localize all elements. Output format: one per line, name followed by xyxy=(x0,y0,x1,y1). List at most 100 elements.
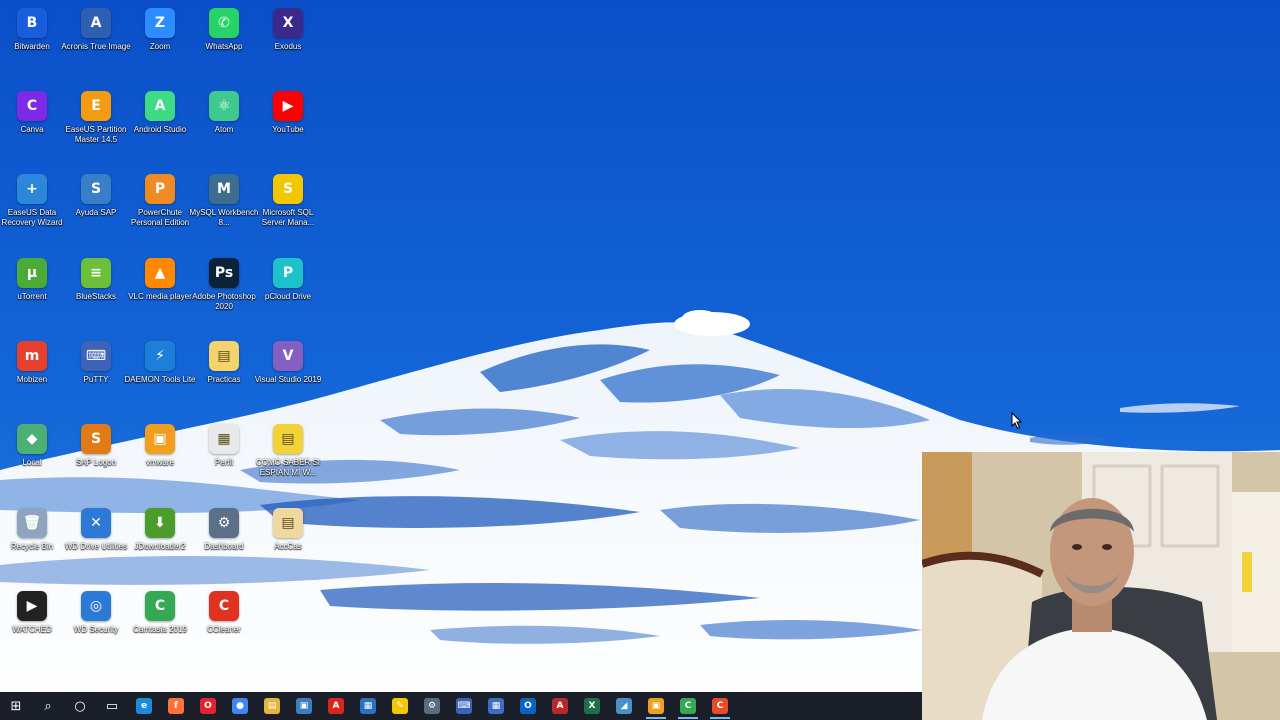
desktop-shortcut[interactable]: µ uTorrent xyxy=(0,252,64,330)
taskbar-button[interactable]: A xyxy=(544,692,576,720)
taskbar-button[interactable]: ▣ xyxy=(288,692,320,720)
desktop-shortcut[interactable]: Z Zoom xyxy=(128,2,192,80)
document-icon: ▦ xyxy=(209,424,239,454)
webcam-overlay xyxy=(922,452,1280,720)
desktop-shortcut-label: uTorrent xyxy=(17,292,47,301)
tools-icon: ⚙ xyxy=(424,698,440,714)
taskbar-button[interactable]: f xyxy=(160,692,192,720)
vmware-icon: ▣ xyxy=(648,698,664,714)
desktop-shortcut[interactable]: + EaseUS Data Recovery Wizard xyxy=(0,168,64,246)
jdownloader-icon: ⬇ xyxy=(145,508,175,538)
desktop-shortcut[interactable]: X Exodus xyxy=(256,2,320,80)
desktop-shortcut-label: Bitwarden xyxy=(14,42,50,51)
outlook-icon: O xyxy=(520,698,536,714)
whatsapp-icon: ✆ xyxy=(209,8,239,38)
taskbar-button[interactable]: ▣ xyxy=(640,692,672,720)
folder-icon: ▤ xyxy=(273,508,303,538)
taskbar-button[interactable]: ○ xyxy=(64,692,96,720)
desktop-shortcut[interactable]: ▶ WATCHED xyxy=(0,585,64,663)
desktop-shortcut[interactable]: ◆ Local xyxy=(0,418,64,496)
taskbar-button[interactable]: ▭ xyxy=(96,692,128,720)
desktop-shortcut-label: Visual Studio 2019 xyxy=(254,375,322,384)
desktop-shortcut[interactable]: ≡ BlueStacks xyxy=(64,252,128,330)
desktop-shortcut[interactable]: S Ayuda SAP xyxy=(64,168,128,246)
desktop-shortcut[interactable]: E EaseUS Partition Master 14.5 xyxy=(64,85,128,163)
desktop-shortcut[interactable]: ⚙ Dashboard xyxy=(192,502,256,580)
desktop-shortcut[interactable]: ▣ vmware xyxy=(128,418,192,496)
taskbar-button[interactable]: O xyxy=(512,692,544,720)
chrome-icon: ● xyxy=(232,698,248,714)
file-explorer-icon: ▤ xyxy=(264,698,280,714)
desktop-shortcut-label: vmware xyxy=(145,458,174,467)
desktop-shortcut[interactable]: Ps Adobe Photoshop 2020 xyxy=(192,252,256,330)
desktop-shortcut[interactable]: m Mobizen xyxy=(0,335,64,413)
desktop-shortcut[interactable]: ⬇ JDownloader2 xyxy=(128,502,192,580)
desktop-shortcut[interactable]: ◎ WD Security xyxy=(64,585,128,663)
desktop-shortcut[interactable]: 🗑 Recycle Bin xyxy=(0,502,64,580)
desktop-shortcut-label: WATCHED xyxy=(12,625,52,634)
desktop-shortcut[interactable]: PpCloud Drive xyxy=(256,252,320,330)
desktop-shortcut[interactable]: ✕ WD Drive Utilities xyxy=(64,502,128,580)
taskbar: ⊞ ⌕ ○ ▭ e f O ● ▤ ▣ A ▦ ✎ ⚙ ⌨ ▦ O A X ◢ ▣ C C xyxy=(0,692,922,720)
taskbar-button[interactable]: ✎ xyxy=(384,692,416,720)
desktop-shortcut[interactable]: C CCleaner xyxy=(192,585,256,663)
wd-security-icon: ◎ xyxy=(81,591,111,621)
taskbar-button[interactable]: ▦ xyxy=(352,692,384,720)
bitwarden-icon: B xyxy=(17,8,47,38)
acrobat-icon: A xyxy=(328,698,344,714)
sticky-notes-icon: ✎ xyxy=(392,698,408,714)
desktop-shortcut[interactable]: V Visual Studio 2019 xyxy=(255,335,321,413)
desktop-shortcut[interactable]: ▲ VLC media player xyxy=(128,252,192,330)
desktop-shortcut-label: PuTTY xyxy=(83,375,109,384)
desktop-shortcut-label: DAEMON Tools Lite xyxy=(124,375,196,384)
taskbar-button[interactable]: ⊞ xyxy=(0,692,32,720)
taskbar-button[interactable]: ▦ xyxy=(480,692,512,720)
desktop-shortcut[interactable]: B Bitwarden xyxy=(0,2,64,80)
desktop-shortcut[interactable]: C Camtasia 2019 xyxy=(128,585,192,663)
desktop-shortcut[interactable]: C Canva xyxy=(0,85,64,163)
taskbar-button[interactable]: ▤ xyxy=(256,692,288,720)
desktop-shortcut-label: Practicas xyxy=(207,375,241,384)
putty-icon: ⌨ xyxy=(456,698,472,714)
taskbar-button[interactable]: X xyxy=(576,692,608,720)
taskbar-button[interactable]: C xyxy=(704,692,736,720)
desktop-shortcut-label: Exodus xyxy=(274,42,302,51)
desktop-shortcut[interactable]: ⚛ Atom xyxy=(192,85,256,163)
desktop-shortcut[interactable]: A Acronis True Image xyxy=(61,2,131,80)
desktop-shortcut[interactable]: ▤ COMO SABER SI ESPIAN MI W... xyxy=(256,418,320,496)
desktop-shortcut[interactable]: ⚡ DAEMON Tools Lite xyxy=(125,335,196,413)
desktop-shortcut[interactable]: ▤ AccCas xyxy=(256,502,320,580)
desktop-shortcut[interactable]: ✆ WhatsApp xyxy=(192,2,256,80)
desktop-shortcut-label: EaseUS Partition Master 14.5 xyxy=(65,125,127,144)
taskbar-button[interactable]: O xyxy=(192,692,224,720)
remote-desktop-icon: ▦ xyxy=(360,698,376,714)
desktop-shortcut[interactable]: A Android Studio xyxy=(128,85,192,163)
ccleaner-icon: C xyxy=(209,591,239,621)
mouse-cursor-icon xyxy=(1011,412,1023,430)
sql-server-icon: S xyxy=(273,174,303,204)
taskbar-button[interactable]: ⌨ xyxy=(448,692,480,720)
desktop-shortcut[interactable]: M MySQL Workbench 8... xyxy=(190,168,258,246)
desktop-shortcut-label: VLC media player xyxy=(128,292,192,301)
taskbar-button[interactable]: ⌕ xyxy=(32,692,64,720)
taskbar-button[interactable]: e xyxy=(128,692,160,720)
desktop-shortcut[interactable]: ⌨ PuTTY xyxy=(64,335,128,413)
vmware-icon: ▣ xyxy=(145,424,175,454)
desktop-shortcut-label: Local xyxy=(22,458,42,467)
search-icon: ⌕ xyxy=(40,698,56,714)
taskbar-button[interactable]: C xyxy=(672,692,704,720)
taskbar-button[interactable]: ● xyxy=(224,692,256,720)
desktop-shortcut[interactable]: S Microsoft SQL Server Mana... xyxy=(256,168,320,246)
desktop-shortcut-label: JDownloader2 xyxy=(134,542,186,551)
taskbar-button[interactable]: ⚙ xyxy=(416,692,448,720)
sap-logon-icon: S xyxy=(81,424,111,454)
desktop-shortcut[interactable]: ▤ Practicas xyxy=(192,335,256,413)
taskbar-button[interactable]: ◢ xyxy=(608,692,640,720)
desktop-shortcut[interactable]: S SAP Logon xyxy=(64,418,128,496)
pcloud-icon: P xyxy=(273,258,303,288)
desktop-shortcut[interactable]: P PowerChute Personal Edition xyxy=(128,168,192,246)
desktop-shortcut[interactable]: ▦ Perfil xyxy=(192,418,256,496)
taskbar-button[interactable]: A xyxy=(320,692,352,720)
desktop-shortcut[interactable]: ▶ YouTube xyxy=(256,85,320,163)
access-icon: A xyxy=(552,698,568,714)
